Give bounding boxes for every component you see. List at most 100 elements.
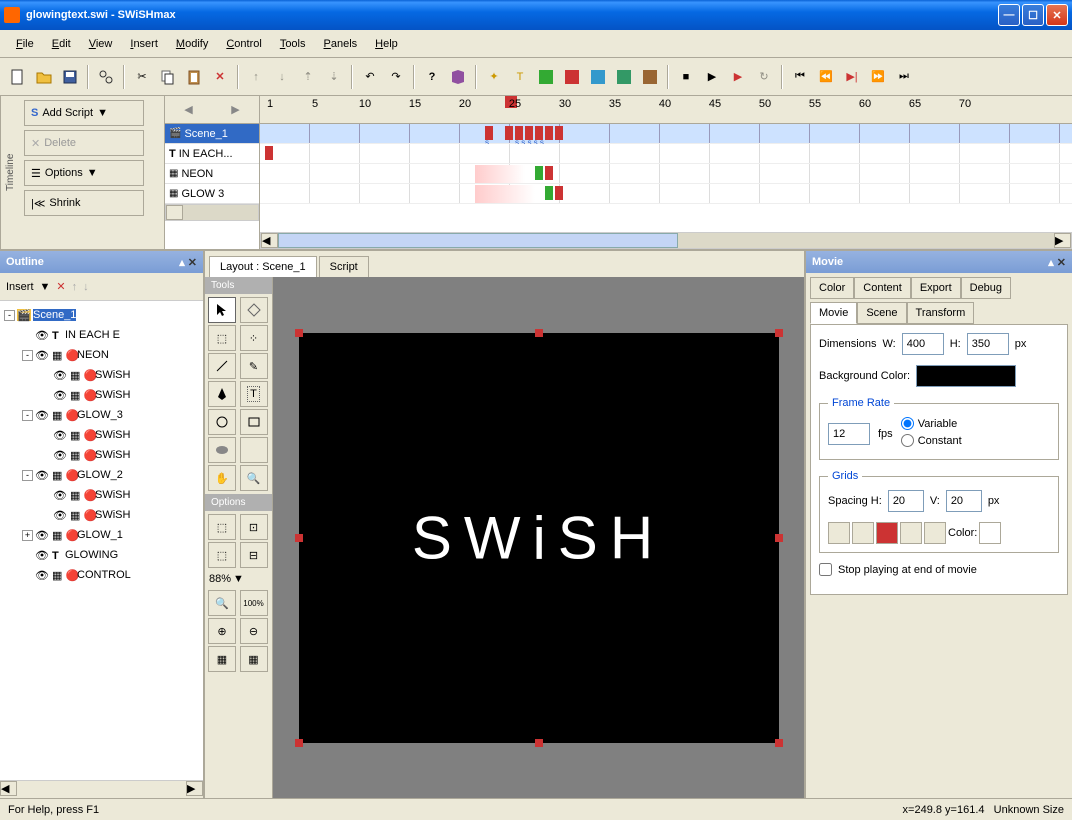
tree-item[interactable]: -👁 ▦ 🔴NEON: [4, 345, 199, 365]
transform-tool[interactable]: ⁘: [240, 325, 268, 351]
stage[interactable]: SWiSH: [299, 333, 779, 743]
zoom-out-button[interactable]: ⊖: [240, 618, 268, 644]
grid-style4-button[interactable]: [900, 522, 922, 544]
width-input[interactable]: [902, 333, 944, 355]
timeline-delete-button[interactable]: ✕Delete: [24, 130, 144, 156]
timeline-scroll-thumb[interactable]: [278, 233, 678, 248]
play-button[interactable]: ▶: [700, 65, 724, 89]
tree-item[interactable]: 👁 TIN EACH E: [4, 325, 199, 345]
grid-style1-button[interactable]: [828, 522, 850, 544]
grid-style2-button[interactable]: [852, 522, 874, 544]
zoom-100-button[interactable]: 100%: [240, 590, 268, 616]
selection-handle[interactable]: [535, 329, 543, 337]
outline-scroll-right[interactable]: ▶: [186, 781, 203, 796]
spacing-h-input[interactable]: [888, 490, 924, 512]
play-effect-button[interactable]: ▶: [726, 65, 750, 89]
tree-item[interactable]: 👁 ▦ 🔴SWiSH: [4, 365, 199, 385]
select-tool[interactable]: [208, 297, 236, 323]
timeline-options-button[interactable]: ☰Options ▼: [24, 160, 144, 186]
track-scene[interactable]: 🎬Scene_1: [165, 124, 259, 144]
menu-help[interactable]: Help: [367, 34, 406, 54]
reshape-tool[interactable]: [240, 297, 268, 323]
paste-button[interactable]: [182, 65, 206, 89]
tab-scene[interactable]: Scene: [857, 302, 906, 324]
redo-button[interactable]: ↷: [384, 65, 408, 89]
timeline-scroll-right[interactable]: ▶: [1054, 233, 1071, 248]
add-script-button[interactable]: SAdd Script ▼: [24, 100, 144, 126]
selection-handle[interactable]: [295, 534, 303, 542]
effect3-button[interactable]: [534, 65, 558, 89]
ellipse-tool[interactable]: [208, 409, 236, 435]
tab-script[interactable]: Script: [319, 256, 369, 277]
outline-tree[interactable]: -🎬Scene_1👁 TIN EACH E-👁 ▦ 🔴NEON👁 ▦ 🔴SWiS…: [0, 301, 203, 780]
next-frame-button[interactable]: ⏩: [866, 65, 890, 89]
timeline-row-scene[interactable]: s s s s s s: [260, 124, 1072, 144]
timeline-row-text[interactable]: [260, 144, 1072, 164]
hand-tool[interactable]: ✋: [208, 465, 236, 491]
rectangle-tool[interactable]: [240, 409, 268, 435]
close-button[interactable]: ✕: [1046, 4, 1068, 26]
track-neon[interactable]: ▦NEON: [165, 164, 259, 184]
spacing-v-input[interactable]: [946, 490, 982, 512]
track-scroll-left[interactable]: [166, 205, 183, 220]
zoom-in-button[interactable]: ⊕: [208, 618, 236, 644]
effect7-button[interactable]: [638, 65, 662, 89]
outline-insert-button[interactable]: Insert: [6, 281, 34, 293]
copy-button[interactable]: [156, 65, 180, 89]
timeline-ruler[interactable]: 1 5 10 15 20 25 30 35 40 45 50 55 60 65 …: [260, 96, 1072, 124]
menu-control[interactable]: Control: [218, 34, 269, 54]
minimize-button[interactable]: —: [998, 4, 1020, 26]
tab-layout[interactable]: Layout : Scene_1: [209, 256, 317, 277]
last-frame-button[interactable]: ⏭: [892, 65, 916, 89]
grid-style5-button[interactable]: [924, 522, 946, 544]
line-tool[interactable]: [208, 353, 236, 379]
menu-edit[interactable]: Edit: [44, 34, 79, 54]
help-pointer-button[interactable]: ?: [420, 65, 444, 89]
tab-transform[interactable]: Transform: [907, 302, 975, 324]
text-tool[interactable]: T: [240, 381, 268, 407]
book-icon[interactable]: [446, 65, 470, 89]
menu-view[interactable]: View: [81, 34, 121, 54]
selection-handle[interactable]: [775, 534, 783, 542]
find-button[interactable]: [94, 65, 118, 89]
menu-insert[interactable]: Insert: [122, 34, 166, 54]
opt1-button[interactable]: ⬚: [208, 514, 236, 540]
tab-movie[interactable]: Movie: [810, 302, 857, 324]
tree-item[interactable]: 👁 TGLOWING: [4, 545, 199, 565]
effect6-button[interactable]: [612, 65, 636, 89]
tab-export[interactable]: Export: [911, 277, 961, 299]
timeline-tab-label[interactable]: Timeline: [0, 96, 20, 249]
maximize-button[interactable]: ☐: [1022, 4, 1044, 26]
prev-frame-button[interactable]: ⏪: [814, 65, 838, 89]
grid-color-swatch[interactable]: [979, 522, 1001, 544]
timeline-row-glow3[interactable]: [260, 184, 1072, 204]
stage-text[interactable]: SWiSH: [412, 503, 665, 572]
track-next-button[interactable]: ▶: [231, 103, 239, 116]
tree-item[interactable]: -🎬Scene_1: [4, 305, 199, 325]
menu-panels[interactable]: Panels: [316, 34, 366, 54]
opt2-button[interactable]: ⊡: [240, 514, 268, 540]
track-prev-button[interactable]: ◀: [184, 103, 192, 116]
save-button[interactable]: [58, 65, 82, 89]
shrink-button[interactable]: |≪Shrink: [24, 190, 144, 216]
menu-file[interactable]: File: [8, 34, 42, 54]
tree-item[interactable]: 👁 ▦ 🔴SWiSH: [4, 385, 199, 405]
selection-handle[interactable]: [775, 739, 783, 747]
tree-item[interactable]: -👁 ▦ 🔴GLOW_2: [4, 465, 199, 485]
variable-radio[interactable]: [901, 417, 914, 430]
pen-tool[interactable]: [208, 381, 236, 407]
stop-playing-checkbox[interactable]: [819, 563, 832, 576]
effect4-button[interactable]: [560, 65, 584, 89]
opt4-button[interactable]: ⊟: [240, 542, 268, 568]
grid1-button[interactable]: ▦: [208, 646, 236, 672]
autoshape-tool[interactable]: [208, 437, 236, 463]
cut-button[interactable]: ✂: [130, 65, 154, 89]
tree-item[interactable]: 👁 ▦ 🔴CONTROL: [4, 565, 199, 585]
tree-item[interactable]: -👁 ▦ 🔴GLOW_3: [4, 405, 199, 425]
zoom-value[interactable]: 88%: [209, 573, 231, 585]
crop-tool[interactable]: ⬚: [208, 325, 236, 351]
selection-handle[interactable]: [295, 739, 303, 747]
opt3-button[interactable]: ⬚: [208, 542, 236, 568]
bg-color-swatch[interactable]: [916, 365, 1016, 387]
effect5-button[interactable]: [586, 65, 610, 89]
